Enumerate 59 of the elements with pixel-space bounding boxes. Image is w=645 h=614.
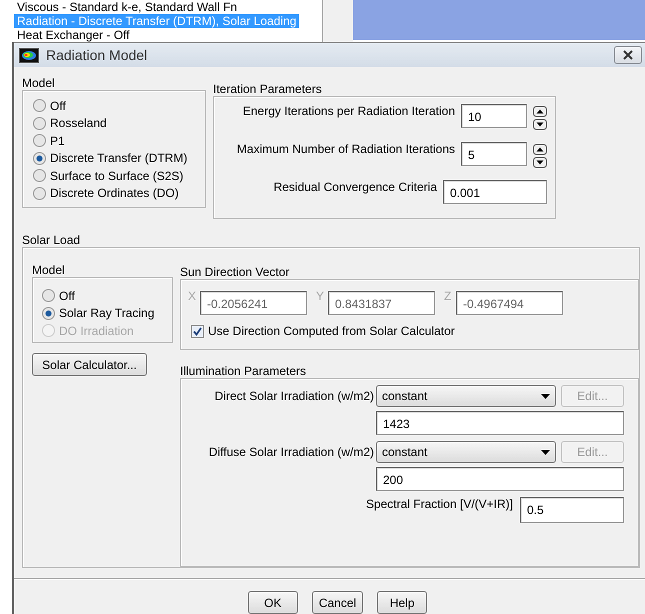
radio-label: Off: [50, 98, 66, 113]
method-dropdown[interactable]: constant: [376, 385, 556, 407]
group-title: Model: [22, 76, 56, 90]
window-title: Radiation Model: [46, 47, 148, 63]
list-item[interactable]: Heat Exchanger - Off: [14, 28, 132, 42]
dialog-button[interactable]: Help: [377, 591, 428, 614]
text-field[interactable]: 0.001: [443, 180, 547, 204]
radio-label: Rosseland: [50, 116, 107, 130]
close-button[interactable]: [614, 46, 642, 64]
solar-calculator-button[interactable]: Solar Calculator...: [32, 353, 147, 376]
radio-button[interactable]: [42, 289, 55, 302]
radio-label: Discrete Transfer (DTRM): [50, 151, 188, 166]
value-field[interactable]: 200: [376, 467, 624, 491]
method-dropdown[interactable]: constant: [376, 441, 556, 463]
field-label: Direct Solar Irradiation (w/m2): [214, 389, 374, 405]
spin-down-button[interactable]: [533, 157, 547, 168]
number-field[interactable]: 5: [461, 142, 527, 166]
field-label: Diffuse Solar Irradiation (w/m2): [208, 445, 374, 461]
field-label: Spectral Fraction [V/(V+IR)]: [366, 497, 513, 511]
list-item[interactable]: Viscous - Standard k-e, Standard Wall Fn: [14, 0, 240, 14]
number-field[interactable]: 10: [461, 104, 527, 128]
axis-label: Z: [444, 289, 452, 303]
radio-button[interactable]: [33, 152, 46, 165]
axis-label: X: [188, 289, 198, 303]
group-title: Illumination Parameters: [180, 364, 308, 378]
radio-label: Off: [59, 288, 75, 303]
group-title: Iteration Parameters: [213, 82, 323, 96]
checkbox[interactable]: [191, 324, 204, 338]
dialog-button[interactable]: Cancel: [312, 591, 364, 614]
field-label: Residual Convergence Criteria: [274, 180, 437, 194]
radio-button[interactable]: [33, 186, 46, 200]
radio-label: P1: [50, 134, 65, 148]
value-field[interactable]: 0.5: [520, 497, 624, 523]
dropdown-arrow-icon: [541, 450, 550, 454]
dropdown-arrow-icon: [541, 394, 550, 398]
radio-button[interactable]: [33, 116, 46, 130]
radio-label: Surface to Surface (S2S): [50, 168, 184, 183]
close-icon: [622, 50, 634, 60]
axis-label: Y: [316, 289, 326, 303]
radio-label: Discrete Ordinates (DO): [50, 186, 179, 200]
field-label: Maximum Number of Radiation Iterations: [236, 142, 455, 156]
radio-button[interactable]: [33, 134, 46, 148]
group-title: Solar Load: [22, 233, 82, 247]
group-title: Model: [32, 263, 66, 277]
group-title: Sun Direction Vector: [180, 265, 290, 279]
value-field[interactable]: 1423: [376, 411, 624, 435]
dialog-button[interactable]: OK: [248, 591, 298, 614]
field-label: Energy Iterations per Radiation Iteration: [242, 104, 455, 118]
app-icon: [19, 48, 39, 62]
radio-button[interactable]: [33, 169, 46, 182]
radio-label: DO Irradiation: [59, 324, 134, 338]
spin-up-button[interactable]: [533, 144, 547, 155]
window-frame: [323, 0, 353, 42]
radio-label: Solar Ray Tracing: [59, 306, 154, 320]
spin-up-button[interactable]: [533, 106, 547, 117]
spin-down-button[interactable]: [533, 119, 547, 130]
radio-button[interactable]: [42, 306, 55, 320]
checkbox-label: Use Direction Computed from Solar Calculator: [208, 324, 455, 338]
radio-button[interactable]: [33, 99, 46, 112]
